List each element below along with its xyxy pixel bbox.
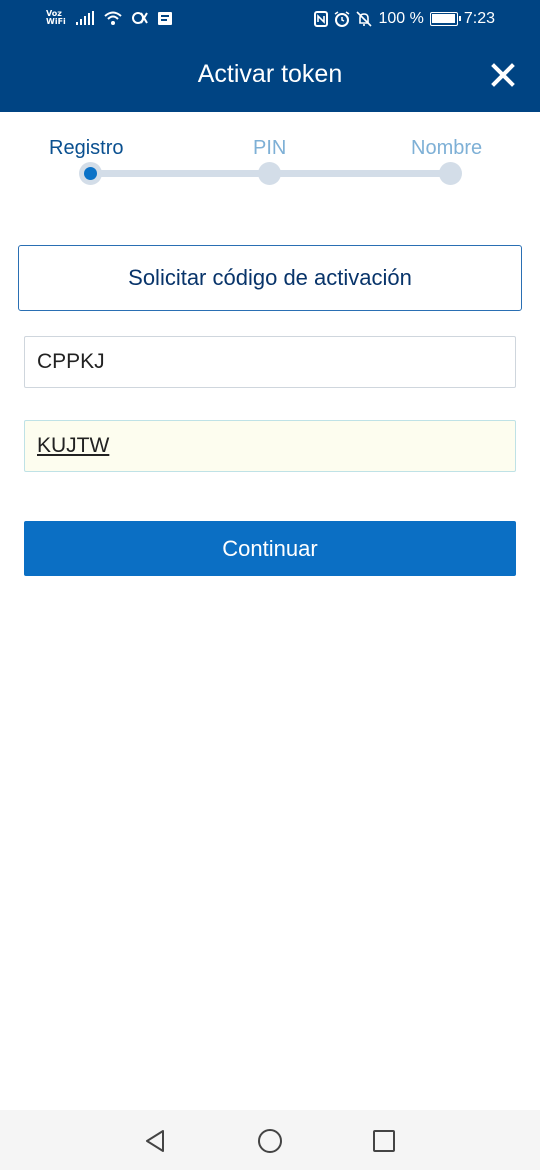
wifi-icon (104, 11, 122, 25)
battery-fill (431, 14, 455, 23)
signal-icon (75, 11, 94, 25)
home-icon[interactable] (256, 1127, 284, 1155)
activate-token-screen: Voz WiFi 100 % 7:23 Activar token Regist… (0, 0, 540, 1170)
alarm-icon (335, 11, 350, 27)
battery-icon (429, 12, 461, 26)
activation-code-field-2-value: KUJTW (37, 434, 110, 457)
step-label-nombre: Nombre (411, 137, 483, 159)
step-dot-pin (258, 162, 281, 185)
status-left: Voz WiFi (46, 10, 172, 26)
step-dot-nombre (439, 162, 462, 185)
app-bar: Activar token (0, 40, 540, 112)
activation-code-field-1-value: CPPKJ (37, 350, 105, 373)
progress-stepper: Registro PIN Nombre (0, 112, 540, 212)
nfc-icon (314, 11, 329, 27)
continue-button[interactable]: Continuar (24, 521, 516, 576)
message-icon (157, 11, 172, 25)
system-nav-bar (0, 1110, 540, 1170)
activation-code-field-2[interactable]: KUJTW (24, 420, 516, 472)
step-label-pin: PIN (253, 137, 287, 159)
wifi-calling-label: Voz WiFi (46, 9, 66, 26)
clock: 7:23 (463, 10, 495, 27)
data-saver-icon (131, 12, 148, 24)
mute-icon (356, 11, 373, 27)
recents-icon[interactable] (370, 1127, 398, 1155)
battery-percent: 100 % (378, 10, 424, 27)
request-activation-code-button[interactable]: Solicitar código de activación (18, 245, 522, 311)
status-right: 100 % 7:23 (314, 10, 495, 28)
page-title: Activar token (197, 60, 343, 88)
back-icon[interactable] (141, 1127, 169, 1155)
status-bar: Voz WiFi 100 % 7:23 (0, 0, 540, 40)
close-icon[interactable] (490, 62, 516, 88)
activation-code-field-1[interactable]: CPPKJ (24, 336, 516, 388)
step-label-registro: Registro (49, 137, 124, 159)
step-dot-registro (79, 162, 102, 185)
